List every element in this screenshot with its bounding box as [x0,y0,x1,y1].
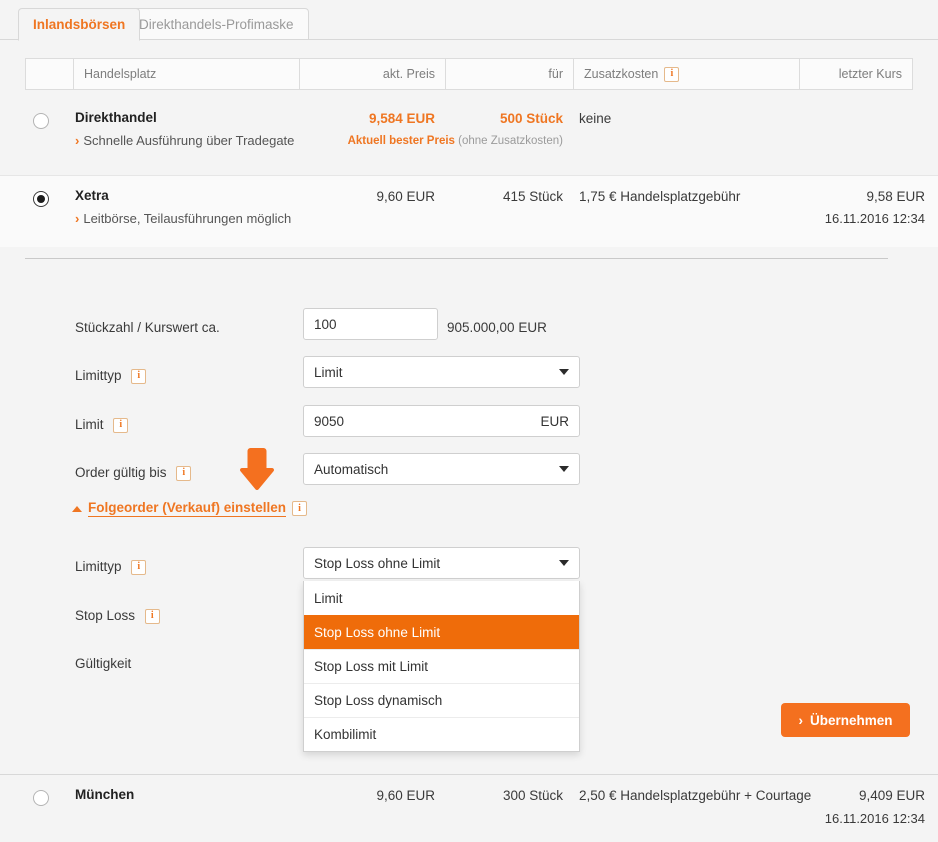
label-stop-loss-text: Stop Loss [75,608,136,623]
venue-price: 9,60 EUR [376,788,435,803]
folge-limittyp-dropdown-list: Limit Stop Loss ohne Limit Stop Loss mit… [303,581,580,752]
table-row-direkthandel[interactable]: Direkthandel › Schnelle Ausführung über T… [0,98,938,170]
dropdown-option-kombilimit[interactable]: Kombilimit [304,717,579,751]
column-header-akt-preis: akt. Preis [300,58,446,90]
limittyp-select[interactable]: Limit [303,356,580,388]
radio-muenchen[interactable] [33,790,49,806]
venue-subtitle-label: Schnelle Ausführung über Tradegate [83,133,295,148]
venue-price: 9,60 EUR [376,189,435,204]
zusatzkosten-info-icon[interactable]: i [664,66,680,82]
section-divider [25,258,888,259]
chevron-right-icon: › [75,133,80,148]
label-limittyp: Limittyp i [75,368,147,384]
venue-quantity: 500 Stück [499,111,563,126]
venue-last-timestamp: 16.11.2016 12:34 [824,211,925,226]
label-stop-loss: Stop Loss i [75,608,160,624]
order-page: Inlandsbörsen Direkthandels-Profimaske H… [0,0,938,842]
tab-bar: Inlandsbörsen Direkthandels-Profimaske [0,0,938,41]
limit-input[interactable]: 9050 EUR [303,405,580,437]
field-row-limit: Limit i 9050 EUR [0,405,938,453]
venue-best-price-label: Aktuell bester Preis [347,135,455,147]
tab-direkthandels-profimaske[interactable]: Direkthandels-Profimaske [124,8,309,40]
label-limit: Limit i [75,417,129,433]
venue-last-price: 9,409 EUR [858,788,925,803]
limittyp-select-value: Limit [314,364,343,380]
limit-currency-suffix: EUR [540,413,569,429]
venue-last-timestamp: 16.11.2016 12:34 [824,811,925,826]
dropdown-option-stop-loss-ohne-limit[interactable]: Stop Loss ohne Limit [304,615,579,649]
uebernehmen-button-label: Übernehmen [809,712,893,728]
label-gueltigkeit: Gültigkeit [75,656,132,671]
order-gueltig-bis-select-value: Automatisch [314,461,389,477]
folgeorder-info-icon[interactable]: i [292,501,308,516]
folgeorder-toggle-label: Folgeorder (Verkauf) einstellen [88,500,287,517]
venue-last-price: 9,58 EUR [866,189,925,204]
chevron-up-icon [72,505,82,512]
venue-zusatzkosten: keine [579,111,612,126]
venue-name: Xetra [75,188,109,203]
folge-limittyp-info-icon[interactable]: i [131,559,147,575]
tab-direkthandels-profimaske-label: Direkthandels-Profimaske [139,16,294,32]
radio-direkthandel[interactable] [33,113,49,129]
column-header-zusatzkosten: Zusatzkosten i [574,58,800,90]
label-limit-text: Limit [75,417,104,432]
down-arrow-icon [234,446,280,492]
venue-quantity: 415 Stück [502,189,563,204]
tab-inlandsboersen-label: Inlandsbörsen [33,17,126,32]
limittyp-info-icon[interactable]: i [131,368,147,384]
tab-inlandsboersen[interactable]: Inlandsbörsen [18,8,141,41]
chevron-down-icon [559,369,569,375]
field-row-limittyp: Limittyp i Limit [0,356,938,404]
venue-best-price-suffix: (ohne Zusatzkosten) [458,135,563,147]
label-stueckzahl: Stückzahl / Kurswert ca. [75,320,220,335]
folgeorder-toggle[interactable]: Folgeorder (Verkauf) einstellen i [72,500,308,517]
venue-price: 9,584 EUR [368,111,435,126]
label-order-gueltig-bis: Order gültig bis i [75,465,192,481]
folge-limittyp-select-value: Stop Loss ohne Limit [314,555,441,571]
chevron-down-icon [559,466,569,472]
stueckzahl-input-value: 100 [314,316,337,332]
limit-input-value: 9050 [314,413,345,429]
venue-zusatzkosten: 1,75 € Handelsplatzgebühr [579,189,741,204]
radio-xetra[interactable] [33,191,49,207]
field-row-stueckzahl: Stückzahl / Kurswert ca. 100 905.000,00 … [0,308,938,356]
field-row-order-gueltig-bis: Order gültig bis i Automatisch [0,453,938,501]
venue-name: München [75,787,135,802]
venue-best-price-note: Aktuell bester Preis (ohne Zusatzkosten) [299,135,573,147]
stop-loss-info-icon[interactable]: i [144,608,160,624]
folge-limittyp-select[interactable]: Stop Loss ohne Limit [303,547,580,579]
venue-subtitle-label: Leitbörse, Teilausführungen möglich [83,211,292,226]
chevron-right-icon: › [75,211,80,226]
uebernehmen-button[interactable]: › Übernehmen [781,703,910,737]
kurswert-value: 905.000,00 EUR [447,320,547,335]
dropdown-option-limit[interactable]: Limit [304,581,579,615]
label-order-gueltig-bis-text: Order gültig bis [75,465,167,480]
limit-info-icon[interactable]: i [113,417,129,433]
venue-subtitle[interactable]: › Leitbörse, Teilausführungen möglich [75,211,291,226]
column-header-letzter-kurs: letzter Kurs [838,67,902,81]
label-folge-limittyp-text: Limittyp [75,559,122,574]
venue-subtitle[interactable]: › Schnelle Ausführung über Tradegate [75,133,294,148]
table-row-muenchen[interactable]: München 9,60 EUR 300 Stück 2,50 € Handel… [0,774,938,842]
dropdown-option-stop-loss-mit-limit[interactable]: Stop Loss mit Limit [304,649,579,683]
venue-name: Direkthandel [75,110,157,125]
column-header-zusatzkosten-label: Zusatzkosten [584,67,659,81]
label-folge-limittyp: Limittyp i [75,559,147,575]
dropdown-option-stop-loss-dynamisch[interactable]: Stop Loss dynamisch [304,683,579,717]
venue-quantity: 300 Stück [502,788,563,803]
column-header-select [26,58,74,90]
order-gueltig-bis-info-icon[interactable]: i [176,465,192,481]
chevron-right-icon: › [798,712,803,728]
order-gueltig-bis-select[interactable]: Automatisch [303,453,580,485]
table-header-row: Handelsplatz akt. Preis für Zusatzkosten… [25,58,913,90]
column-header-handelsplatz: Handelsplatz [74,58,300,90]
column-header-fuer: für [446,58,574,90]
table-row-xetra[interactable]: Xetra › Leitbörse, Teilausführungen mögli… [0,175,938,247]
chevron-down-icon [559,560,569,566]
label-limittyp-text: Limittyp [75,368,122,383]
stueckzahl-input[interactable]: 100 [303,308,438,340]
venue-zusatzkosten: 2,50 € Handelsplatzgebühr + Courtage [579,788,812,803]
